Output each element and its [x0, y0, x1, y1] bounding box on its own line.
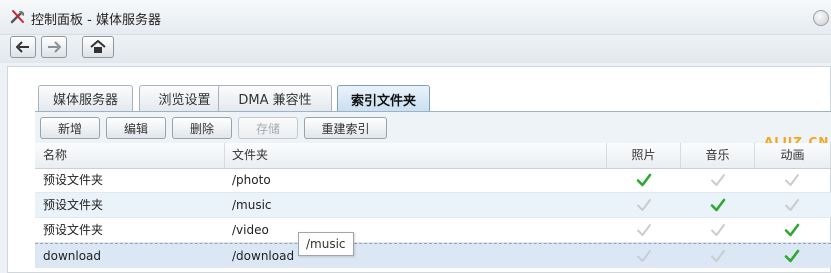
checkmark-off-icon[interactable] [636, 222, 652, 238]
arrow-left-icon [16, 41, 29, 53]
folder-tooltip: /music [298, 232, 354, 256]
cell-name: 预设文件夹 [43, 198, 104, 212]
delete-button[interactable]: 删除 [172, 117, 232, 139]
tab-index-folders[interactable]: 索引文件夹 [337, 85, 430, 112]
table-header: 名称 文件夹 照片 音乐 动画 [35, 143, 831, 169]
checkmark-on-icon[interactable] [710, 197, 726, 213]
save-button[interactable]: 存储 [238, 117, 298, 139]
checkmark-off-icon[interactable] [636, 248, 652, 264]
cell-name: download [43, 249, 102, 263]
forward-button[interactable] [41, 36, 67, 58]
arrow-right-icon [48, 41, 61, 53]
action-bar: 新增 编辑 删除 存储 重建索引 [35, 112, 831, 144]
column-header-video[interactable]: 动画 [755, 143, 831, 168]
column-header-photo[interactable]: 照片 [607, 143, 681, 168]
title-bar: 控制面板 - 媒体服务器 [0, 0, 831, 35]
column-header-folder[interactable]: 文件夹 [225, 143, 607, 168]
home-icon [90, 40, 106, 53]
home-button[interactable] [82, 36, 114, 58]
checkmark-off-icon[interactable] [710, 172, 726, 188]
cell-name: 预设文件夹 [43, 223, 104, 237]
checkmark-off-icon[interactable] [710, 222, 726, 238]
table-row[interactable]: 预设文件夹/music [35, 193, 831, 218]
cell-folder: /download [232, 249, 295, 263]
cell-folder: /video [232, 223, 269, 237]
table-row[interactable]: 预设文件夹/video [35, 218, 831, 243]
add-button[interactable]: 新增 [40, 117, 100, 139]
checkmark-off-icon[interactable] [710, 248, 726, 264]
rebuild-index-button[interactable]: 重建索引 [304, 117, 387, 139]
tab-media-server[interactable]: 媒体服务器 [38, 85, 133, 111]
checkmark-off-icon[interactable] [636, 197, 652, 213]
cell-name: 预设文件夹 [43, 173, 104, 187]
edit-button[interactable]: 编辑 [106, 117, 166, 139]
column-header-name[interactable]: 名称 [35, 143, 225, 168]
table-row[interactable]: download/download [35, 243, 831, 268]
window-control-button[interactable] [813, 10, 829, 26]
back-button[interactable] [10, 36, 36, 58]
checkmark-off-icon[interactable] [784, 172, 800, 188]
navigation-toolbar [0, 35, 831, 63]
cell-folder: /photo [232, 173, 271, 187]
control-panel-icon [10, 10, 24, 24]
checkmark-on-icon[interactable] [784, 222, 800, 238]
tab-browse-settings[interactable]: 浏览设置 [139, 85, 230, 111]
checkmark-on-icon[interactable] [636, 172, 652, 188]
tab-dma-compatibility[interactable]: DMA 兼容性 [218, 85, 332, 111]
column-header-music[interactable]: 音乐 [681, 143, 755, 168]
cell-folder: /music [232, 198, 272, 212]
window-title: 控制面板 - 媒体服务器 [31, 13, 161, 28]
checkmark-on-icon[interactable] [784, 248, 800, 264]
table-row[interactable]: 预设文件夹/photo [35, 168, 831, 193]
checkmark-off-icon[interactable] [784, 197, 800, 213]
